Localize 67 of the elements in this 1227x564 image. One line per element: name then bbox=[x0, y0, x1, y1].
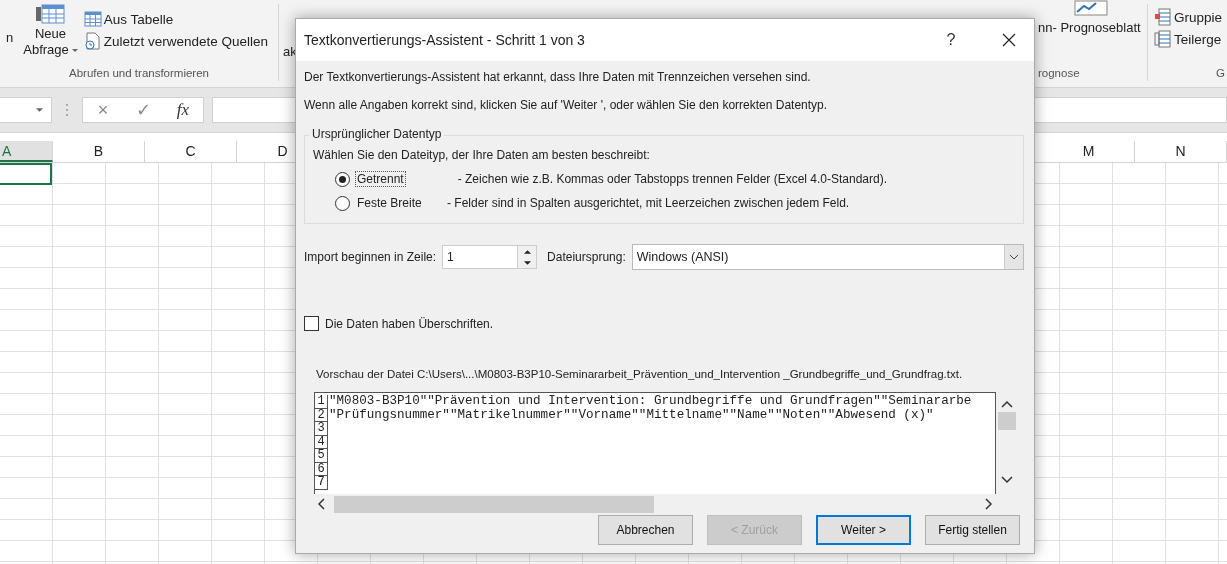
group-title: Ursprünglicher Datentyp bbox=[309, 127, 445, 141]
ribbon-button[interactable]: Aus Tabelle bbox=[81, 10, 271, 28]
line-number: 7 bbox=[315, 476, 328, 490]
help-button[interactable]: ? bbox=[926, 20, 976, 60]
name-box[interactable] bbox=[0, 97, 52, 123]
option-description: - Zeichen wie z.B. Kommas oder Tabstopps trennen Felder (Excel 4.0-Standard). bbox=[457, 172, 888, 186]
chevron-down-icon bbox=[1009, 254, 1019, 260]
scroll-thumb[interactable] bbox=[998, 412, 1016, 430]
field-label: Import beginnen in Zeile: bbox=[304, 250, 437, 264]
group-label: Abrufen und transformieren bbox=[68, 67, 210, 81]
dialog-button[interactable]: Fertig stellen bbox=[925, 515, 1020, 545]
preview-line: "M0803-B3P10""Prävention und Intervention: Grundbegriffe und Grundfragen""Seminararbe bbox=[328, 395, 972, 409]
cancel-button[interactable]: × bbox=[83, 98, 123, 122]
dialog-title: Textkonvertierungs-Assistent - Schritt 1 von 3 bbox=[304, 32, 586, 48]
enter-button[interactable]: ✓ bbox=[123, 98, 163, 122]
column-header[interactable]: N bbox=[1135, 141, 1227, 162]
ribbon-button[interactable]: Zuletzt verwendete Quellen bbox=[81, 32, 271, 50]
scroll-thumb[interactable] bbox=[334, 495, 654, 513]
column-header[interactable]: C bbox=[145, 141, 237, 162]
checkbox-label[interactable]: Die Daten haben Überschriften. bbox=[325, 316, 494, 331]
up-arrow-icon bbox=[523, 249, 531, 254]
preview-label: Vorschau der Datei C:\Users\...\M0803-B3P10-Seminararbeit_Prävention_und_Intervention _Grundbegriffe_und_Grundfrag.txt. bbox=[316, 368, 964, 380]
recent-document-icon bbox=[83, 32, 102, 50]
ribbon-button[interactable]: Gruppie bbox=[1152, 8, 1227, 26]
line-number: 3 bbox=[315, 422, 328, 436]
down-arrow-icon bbox=[523, 260, 531, 265]
group-icon bbox=[1154, 8, 1172, 26]
forecast-sheet-button[interactable]: nn- Prognoseblatt bbox=[1038, 16, 1141, 35]
line-number: 6 bbox=[315, 462, 328, 476]
ribbon-button[interactable]: Teilerge bbox=[1152, 30, 1227, 48]
dialog-button[interactable]: Weiter > bbox=[816, 515, 911, 545]
active-cell[interactable] bbox=[0, 163, 52, 185]
checkbox[interactable] bbox=[304, 316, 319, 331]
ribbon-label: n bbox=[6, 30, 14, 45]
file-origin-dropdown[interactable]: Windows (ANSI) bbox=[631, 244, 1024, 270]
table-icon bbox=[34, 4, 67, 24]
preview-line: "Prüfungsnummer""Matrikelnummer""Vorname""Mittelname""Name""Noten""Abwesend (x)" bbox=[328, 408, 934, 422]
start-row-spinner[interactable]: 1 bbox=[442, 245, 538, 269]
field-label: Dateiursprung: bbox=[547, 250, 626, 264]
line-number: 1 bbox=[315, 395, 328, 409]
group-label: rognose bbox=[1038, 67, 1080, 81]
dropdown-icon bbox=[36, 108, 43, 112]
line-number: 2 bbox=[315, 408, 328, 422]
line-number: 4 bbox=[315, 435, 328, 449]
new-query-button[interactable]: Neue Abfrage bbox=[19, 4, 82, 58]
chevron-down-icon bbox=[1001, 476, 1013, 484]
chevron-left-icon bbox=[318, 498, 326, 510]
insert-function-button[interactable]: fx bbox=[163, 98, 203, 122]
table-icon bbox=[83, 10, 102, 28]
column-header[interactable]: B bbox=[53, 141, 145, 162]
chevron-up-icon bbox=[1001, 400, 1013, 408]
option-description: - Felder sind in Spalten ausgerichtet, mit Leerzeichen zwischen jedem Feld. bbox=[447, 196, 850, 210]
radio-button[interactable] bbox=[335, 195, 350, 211]
option-label[interactable]: Feste Breite bbox=[355, 195, 425, 211]
chevron-right-icon bbox=[984, 498, 992, 510]
caret-icon bbox=[71, 48, 78, 52]
subtotal-icon bbox=[1154, 30, 1172, 48]
column-header[interactable]: M bbox=[1043, 141, 1135, 162]
line-number: 5 bbox=[315, 449, 328, 463]
close-icon bbox=[1002, 33, 1016, 47]
radio-button[interactable] bbox=[335, 171, 350, 187]
group-label: G bbox=[1216, 67, 1226, 81]
column-header[interactable]: A bbox=[0, 141, 53, 162]
dialog-button[interactable]: Abbrechen bbox=[598, 515, 693, 545]
instruction-text: Der Textkonvertierungs-Assistent hat erkannt, dass Ihre Daten mit Trennzeichen versehen sind. bbox=[304, 70, 812, 84]
option-label[interactable]: Getrennt bbox=[355, 171, 406, 187]
instruction-text: Wenn alle Angaben korrekt sind, klicken Sie auf 'Weiter ', oder wählen Sie den korrekten Datentyp. bbox=[304, 98, 829, 112]
